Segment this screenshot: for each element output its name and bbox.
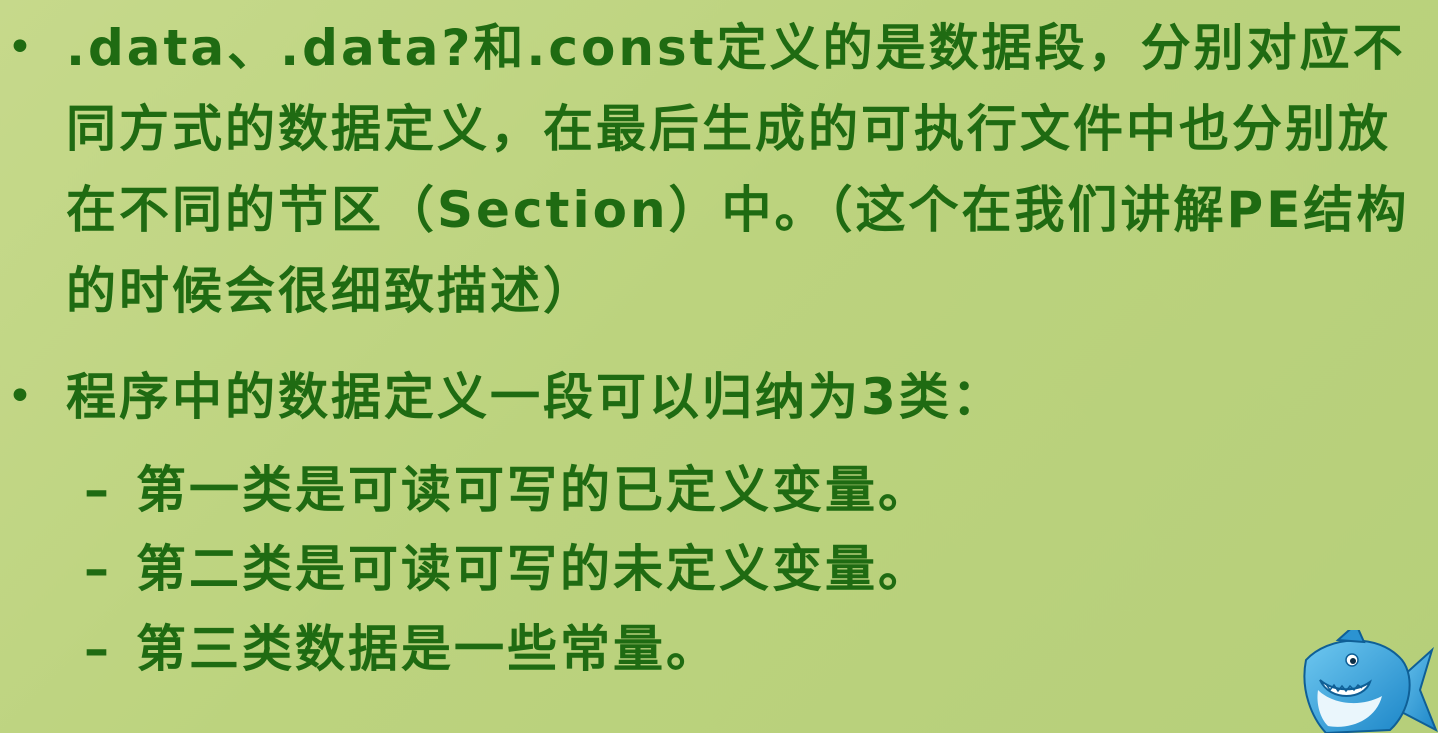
subitem-text: 第一类是可读可写的已定义变量。 <box>136 461 931 519</box>
subitem-second-category: – 第二类是可读可写的未定义变量。 <box>84 529 1184 609</box>
subitem-first-category: – 第一类是可读可写的已定义变量。 <box>84 450 1184 530</box>
dash-marker: – <box>84 620 109 678</box>
dash-marker: – <box>84 540 109 598</box>
slide: • .data、.data?和.const定义的是数据段，分别对应不同方式的数据… <box>0 0 1438 733</box>
shark-mascot-icon <box>1298 622 1438 733</box>
bullet-marker: • <box>7 371 33 422</box>
subitem-third-category: – 第三类数据是一些常量。 <box>84 609 1184 689</box>
subitem-text: 第二类是可读可写的未定义变量。 <box>136 540 931 598</box>
bullet-text: .data、.data?和.const定义的是数据段，分别对应不同方式的数据定义… <box>66 19 1410 320</box>
shark-mascot-svg <box>1303 622 1438 733</box>
bullet-marker: • <box>7 22 33 73</box>
dash-marker: – <box>84 461 109 519</box>
subitem-text: 第三类数据是一些常量。 <box>136 620 719 678</box>
bullet-text: 程序中的数据定义一段可以归纳为3类： <box>66 368 1005 426</box>
